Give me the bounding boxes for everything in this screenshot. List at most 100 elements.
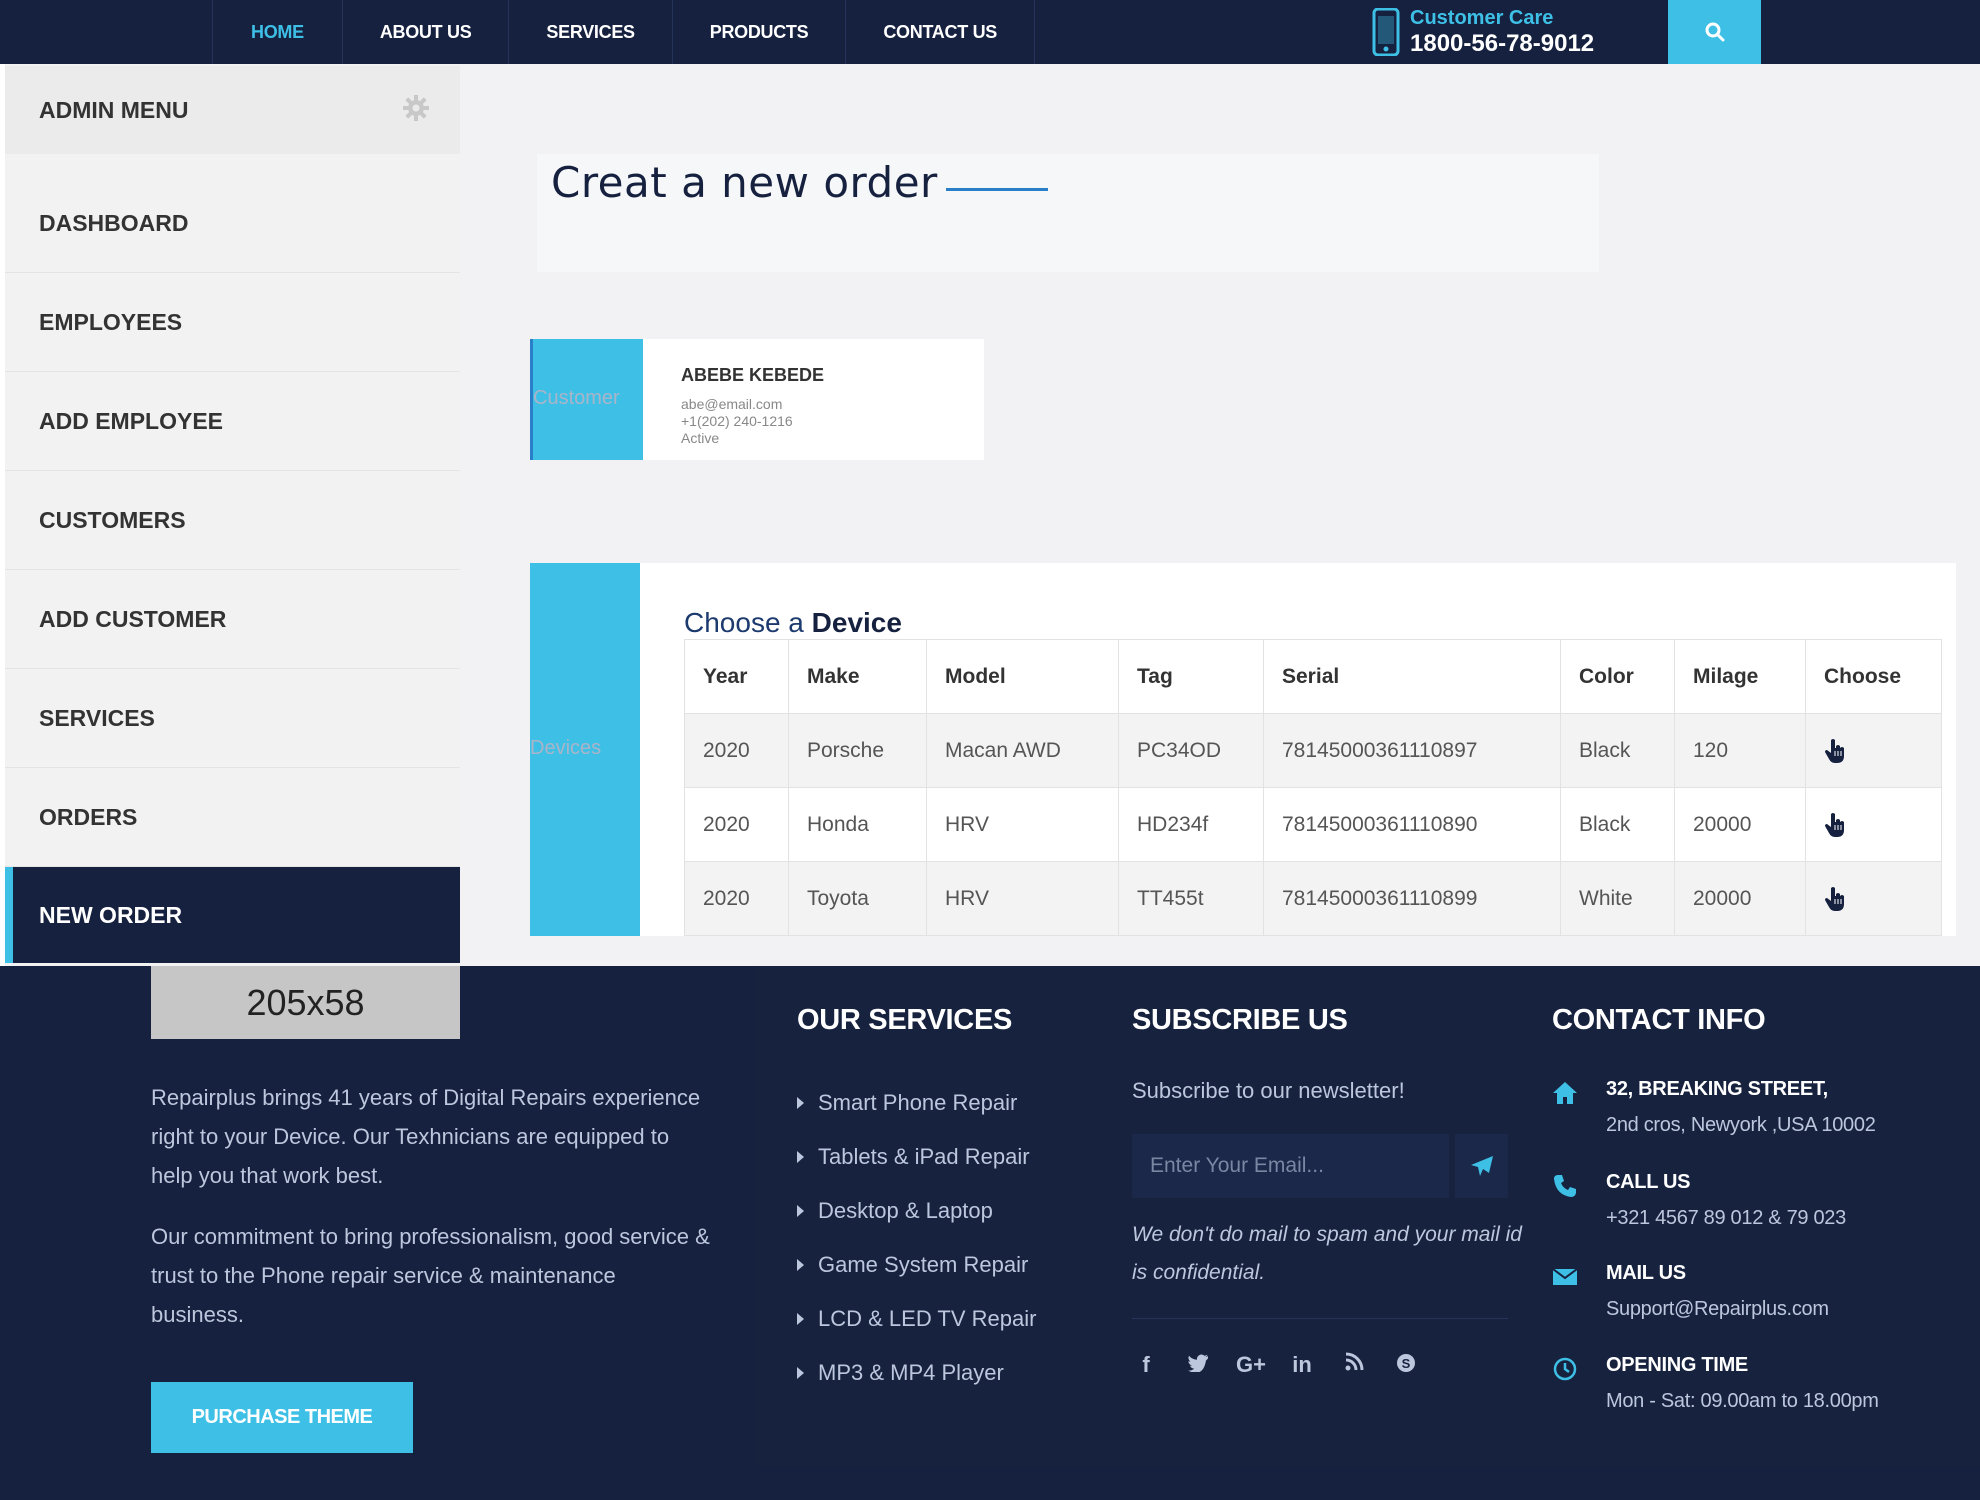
nav-products[interactable]: PRODUCTS <box>671 0 846 64</box>
email-input[interactable] <box>1132 1134 1449 1198</box>
google-plus-icon[interactable]: G+ <box>1236 1352 1266 1380</box>
mail-us-value[interactable]: Support@Repairplus.com <box>1606 1298 1829 1321</box>
opening-time-heading: OPENING TIME <box>1606 1354 1748 1376</box>
mail-us-heading: MAIL US <box>1606 1262 1686 1284</box>
cell-tag: TT455t <box>1118 861 1264 936</box>
nav-home[interactable]: HOME <box>212 0 342 64</box>
cell-choose <box>1805 787 1942 862</box>
cell-make: Honda <box>788 787 927 862</box>
page-title: Creat a new order <box>551 158 1048 207</box>
cell-tag: HD234f <box>1118 787 1264 862</box>
sidebar-item-add-customer[interactable]: ADD CUSTOMER <box>5 570 460 669</box>
caret-right-icon <box>797 1259 804 1271</box>
col-model: Model <box>926 639 1119 714</box>
sidebar-item-new-order[interactable]: NEW ORDER <box>5 867 460 963</box>
customer-care-phone: 1800-56-78-9012 <box>1410 29 1595 57</box>
linkedin-icon[interactable]: in <box>1288 1352 1316 1380</box>
caret-right-icon <box>797 1205 804 1217</box>
devices-table: Year Make Model Tag Serial Color Milage … <box>684 639 1942 936</box>
purchase-theme-button[interactable]: PURCHASE THEME <box>151 1382 413 1453</box>
sidebar-item-services[interactable]: SERVICES <box>5 669 460 768</box>
service-label: LCD & LED TV Repair <box>818 1306 1037 1331</box>
top-navbar: HOME ABOUT US SERVICES PRODUCTS CONTACT … <box>0 0 1980 64</box>
devices-tab-label: Devices <box>530 737 602 759</box>
service-label: Tablets & iPad Repair <box>818 1144 1030 1169</box>
cell-serial: 78145000361110897 <box>1263 713 1561 788</box>
col-tag: Tag <box>1118 639 1264 714</box>
cell-choose <box>1805 713 1942 788</box>
cell-choose <box>1805 861 1942 936</box>
service-link[interactable]: Game System Repair <box>797 1238 1036 1292</box>
logo-placeholder: 205x58 <box>151 966 460 1039</box>
opening-time-value: Mon - Sat: 09.00am to 18.00pm <box>1606 1390 1879 1412</box>
subscribe-text: Subscribe to our newsletter! <box>1132 1078 1405 1103</box>
service-link[interactable]: Smart Phone Repair <box>797 1076 1036 1130</box>
caret-right-icon <box>797 1367 804 1379</box>
cell-color: Black <box>1560 787 1675 862</box>
col-milage: Milage <box>1674 639 1806 714</box>
sidebar-item-customers[interactable]: CUSTOMERS <box>5 471 460 570</box>
service-label: Desktop & Laptop <box>818 1198 993 1223</box>
col-serial: Serial <box>1263 639 1561 714</box>
paper-plane-icon <box>1470 1156 1493 1176</box>
cell-make: Porsche <box>788 713 927 788</box>
footer: 205x58 Repairplus brings 41 years of Dig… <box>0 966 1980 1500</box>
service-link[interactable]: Desktop & Laptop <box>797 1184 1036 1238</box>
service-link[interactable]: Tablets & iPad Repair <box>797 1130 1036 1184</box>
sidebar-item-employees[interactable]: EMPLOYEES <box>5 273 460 372</box>
customer-email: abe@email.com <box>681 396 783 412</box>
sidebar-item-orders[interactable]: ORDERS <box>5 768 460 867</box>
table-header-row: Year Make Model Tag Serial Color Milage … <box>684 639 1942 714</box>
cell-year: 2020 <box>684 861 789 936</box>
col-make: Make <box>788 639 927 714</box>
envelope-icon <box>1552 1268 1578 1285</box>
nav-services[interactable]: SERVICES <box>508 0 671 64</box>
title-underline <box>945 188 1048 191</box>
admin-menu-header: ADMIN MENU <box>5 66 460 154</box>
cell-model: HRV <box>926 787 1119 862</box>
cell-milage: 120 <box>1674 713 1806 788</box>
service-label: MP3 & MP4 Player <box>818 1360 1004 1385</box>
services-list: Smart Phone Repair Tablets & iPad Repair… <box>797 1076 1036 1400</box>
service-link[interactable]: MP3 & MP4 Player <box>797 1346 1036 1400</box>
skype-icon[interactable]: S <box>1392 1352 1420 1380</box>
sidebar-item-add-employee[interactable]: ADD EMPLOYEE <box>5 372 460 471</box>
hand-pointer-icon[interactable] <box>1824 812 1846 838</box>
customer-tab-label: Customer <box>533 387 620 409</box>
nav-contact-us[interactable]: CONTACT US <box>845 0 1036 64</box>
cell-year: 2020 <box>684 787 789 862</box>
customer-card[interactable]: ABEBE KEBEDE abe@email.com +1(202) 240-1… <box>643 339 984 460</box>
page-title-box: Creat a new order <box>537 154 1599 272</box>
contact-title: CONTACT INFO <box>1552 1004 1766 1036</box>
gear-icon[interactable] <box>402 94 430 122</box>
admin-menu-title: ADMIN MENU <box>39 96 189 123</box>
phone-icon <box>1554 1175 1576 1197</box>
rss-icon[interactable] <box>1340 1352 1368 1380</box>
home-icon <box>1553 1082 1577 1104</box>
admin-menu: DASHBOARD EMPLOYEES ADD EMPLOYEE CUSTOME… <box>5 174 460 963</box>
social-divider <box>1132 1318 1508 1319</box>
call-us-value: +321 4567 89 012 & 79 023 <box>1606 1207 1846 1229</box>
customer-status: Active <box>681 430 720 446</box>
cell-make: Toyota <box>788 861 927 936</box>
cell-model: HRV <box>926 861 1119 936</box>
hand-pointer-icon[interactable] <box>1824 886 1846 912</box>
search-icon <box>1705 22 1724 42</box>
customer-care: Customer Care 1800-56-78-9012 <box>1372 2 1594 62</box>
services-title: OUR SERVICES <box>797 1004 1013 1036</box>
twitter-icon[interactable] <box>1184 1352 1212 1380</box>
cell-model: Macan AWD <box>926 713 1119 788</box>
cell-serial: 78145000361110899 <box>1263 861 1561 936</box>
cell-year: 2020 <box>684 713 789 788</box>
subscribe-send-button[interactable] <box>1455 1134 1508 1198</box>
col-choose: Choose <box>1805 639 1942 714</box>
facebook-icon[interactable]: f <box>1132 1352 1160 1380</box>
customer-care-label: Customer Care <box>1410 6 1554 29</box>
service-link[interactable]: LCD & LED TV Repair <box>797 1292 1036 1346</box>
page-title-text: Creat a new order <box>551 158 938 207</box>
hand-pointer-icon[interactable] <box>1824 738 1846 764</box>
search-button[interactable] <box>1668 0 1761 64</box>
nav-about-us[interactable]: ABOUT US <box>341 0 509 64</box>
sidebar-item-dashboard[interactable]: DASHBOARD <box>5 174 460 273</box>
table-row: 2020 Toyota HRV TT455t 78145000361110899… <box>684 861 1942 936</box>
